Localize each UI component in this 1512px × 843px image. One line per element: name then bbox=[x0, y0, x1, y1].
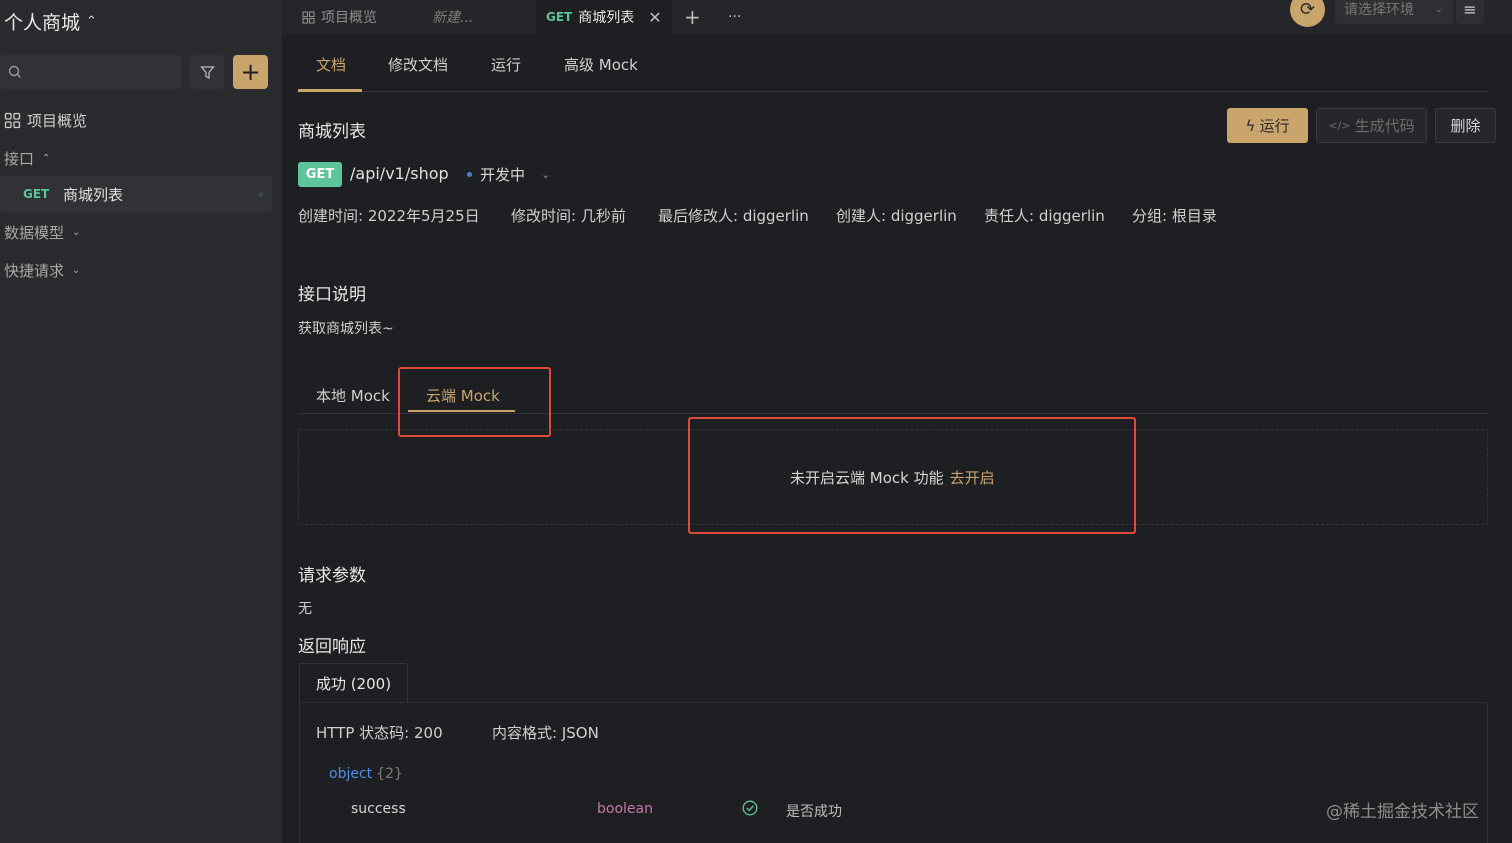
plus-icon: + bbox=[684, 5, 701, 29]
project-switcher[interactable]: 个人商城 ⌃ bbox=[4, 8, 97, 35]
section-title-params: 请求参数 bbox=[298, 566, 366, 586]
sidebar-item-shop-list[interactable]: GET 商城列表 bbox=[0, 176, 272, 212]
more-icon: ··· bbox=[728, 9, 742, 25]
meta-creator: 创建人: diggerlin bbox=[836, 207, 957, 225]
hamburger-icon: ≡ bbox=[1463, 0, 1477, 19]
params-value: 无 bbox=[298, 601, 312, 617]
run-button-label: 运行 bbox=[1259, 117, 1290, 135]
description-text: 获取商城列表~ bbox=[298, 321, 394, 337]
tab-shop-list[interactable]: GET 商城列表 ✕ bbox=[536, 0, 672, 34]
status-dot bbox=[258, 192, 263, 197]
sidebar-item-label: 接口 bbox=[4, 150, 35, 168]
add-tab-button[interactable]: + bbox=[684, 0, 701, 34]
object-keyword: object bbox=[329, 766, 373, 782]
chevron-down-icon: ⌄ bbox=[541, 168, 551, 181]
search-box[interactable] bbox=[0, 55, 181, 89]
meta-created-time: 创建时间: 2022年5月25日 bbox=[298, 207, 480, 225]
section-title-description: 接口说明 bbox=[298, 285, 366, 305]
updown-chevron-icon: ⌃ bbox=[86, 14, 97, 29]
chevron-up-icon: ⌃ bbox=[42, 153, 51, 164]
tab-run[interactable]: 运行 bbox=[491, 54, 521, 75]
tab-local-mock[interactable]: 本地 Mock bbox=[316, 385, 390, 406]
tab-bar: 项目概览 新建... GET 商城列表 ✕ + ··· bbox=[282, 0, 1512, 34]
field-name: success bbox=[351, 801, 406, 817]
api-path: /api/v1/shop bbox=[350, 164, 449, 183]
environment-select[interactable]: 请选择环境 ⌄ bbox=[1335, 0, 1453, 24]
status-select[interactable]: 开发中 ⌄ bbox=[467, 164, 550, 185]
tab-advanced-mock[interactable]: 高级 Mock bbox=[564, 54, 638, 75]
meta-owner: 责任人: diggerlin bbox=[984, 207, 1105, 225]
tab-response-200[interactable]: 成功 (200) bbox=[299, 663, 408, 703]
sidebar-item-label: 数据模型 bbox=[4, 224, 65, 242]
sidebar-item-interfaces[interactable]: 接口 ⌃ bbox=[4, 148, 50, 169]
more-tabs-button[interactable]: ··· bbox=[728, 0, 741, 34]
project-name: 个人商城 bbox=[4, 12, 81, 34]
generate-code-button[interactable]: </> 生成代码 bbox=[1316, 108, 1427, 143]
tab-label: 新建... bbox=[432, 10, 474, 26]
active-tab-indicator bbox=[298, 89, 362, 92]
search-input[interactable] bbox=[28, 64, 178, 80]
http-status: HTTP 状态码: 200 bbox=[316, 724, 443, 742]
search-icon bbox=[8, 65, 21, 78]
chevron-down-icon: ⌄ bbox=[1434, 3, 1443, 15]
delete-button-label: 删除 bbox=[1450, 117, 1481, 135]
section-title-response: 返回响应 bbox=[298, 637, 366, 657]
method-label: GET bbox=[546, 10, 573, 24]
tab-label: 商城列表 bbox=[578, 10, 635, 26]
sidebar-item-quick-requests[interactable]: 快捷请求 ⌄ bbox=[4, 260, 80, 281]
generate-code-label: 生成代码 bbox=[1354, 117, 1415, 135]
field-type: boolean bbox=[597, 801, 653, 817]
grid-icon bbox=[302, 10, 315, 24]
tab-docs[interactable]: 文档 bbox=[316, 54, 346, 75]
page-title: 商城列表 bbox=[298, 122, 366, 142]
meta-modified-time: 修改时间: 几秒前 bbox=[511, 207, 626, 225]
sidebar-item-label: 项目概览 bbox=[27, 112, 88, 130]
meta-group: 分组: 根目录 bbox=[1132, 207, 1217, 225]
add-button[interactable]: + bbox=[233, 55, 268, 89]
chevron-down-icon: ⌄ bbox=[72, 265, 81, 276]
schema-root[interactable]: object {2} bbox=[329, 766, 403, 782]
mock-message: 未开启云端 Mock 功能 去开启 bbox=[790, 467, 995, 488]
status-label: 开发中 bbox=[480, 166, 526, 184]
tab-edit-docs[interactable]: 修改文档 bbox=[388, 54, 448, 75]
lightning-icon: ϟ bbox=[1245, 116, 1256, 135]
enable-mock-link[interactable]: 去开启 bbox=[950, 469, 995, 487]
doc-tabs: 文档 修改文档 运行 高级 Mock bbox=[298, 34, 1488, 92]
menu-button[interactable]: ≡ bbox=[1456, 0, 1484, 24]
sidebar: 个人商城 ⌃ + 项目概览 接口 ⌃ GET 商城列表 数据模型 ⌄ 快捷请求 … bbox=[0, 0, 282, 843]
mock-message-text: 未开启云端 Mock 功能 bbox=[790, 469, 944, 487]
meta-last-modifier: 最后修改人: diggerlin bbox=[658, 207, 809, 225]
status-dot bbox=[467, 172, 472, 177]
refresh-icon: ⟳ bbox=[1299, 0, 1316, 20]
sidebar-item-data-models[interactable]: 数据模型 ⌄ bbox=[4, 222, 80, 243]
tab-label: 项目概览 bbox=[321, 10, 377, 26]
field-description: 是否成功 bbox=[786, 804, 842, 820]
object-count: {2} bbox=[376, 766, 403, 782]
highlight-box bbox=[398, 367, 551, 437]
code-icon: </> bbox=[1328, 119, 1351, 132]
content-type: 内容格式: JSON bbox=[492, 724, 599, 742]
method-label: GET bbox=[23, 187, 50, 201]
filter-button[interactable] bbox=[190, 55, 224, 89]
tab-new[interactable]: 新建... bbox=[432, 0, 473, 34]
chevron-down-icon: ⌄ bbox=[72, 227, 81, 238]
close-icon[interactable]: ✕ bbox=[648, 8, 661, 27]
sidebar-item-label: 商城列表 bbox=[63, 185, 124, 204]
run-button[interactable]: ϟ 运行 bbox=[1227, 108, 1308, 143]
watermark: @稀土掘金技术社区 bbox=[1326, 802, 1479, 822]
schema-field-row[interactable]: success boolean 是否成功 bbox=[329, 791, 1439, 827]
filter-icon bbox=[199, 65, 215, 79]
plus-icon: + bbox=[240, 58, 261, 86]
delete-button[interactable]: 删除 bbox=[1435, 108, 1496, 143]
tab-overview[interactable]: 项目概览 bbox=[302, 0, 377, 34]
method-badge: GET bbox=[298, 162, 342, 187]
sidebar-item-label: 快捷请求 bbox=[4, 262, 65, 280]
grid-icon bbox=[4, 112, 21, 129]
environment-placeholder: 请选择环境 bbox=[1344, 2, 1414, 18]
main-panel: 文档 修改文档 运行 高级 Mock 商城列表 ϟ 运行 </> 生成代码 删除… bbox=[282, 34, 1512, 843]
sidebar-item-overview[interactable]: 项目概览 bbox=[4, 110, 87, 131]
check-circle-icon bbox=[742, 800, 758, 816]
